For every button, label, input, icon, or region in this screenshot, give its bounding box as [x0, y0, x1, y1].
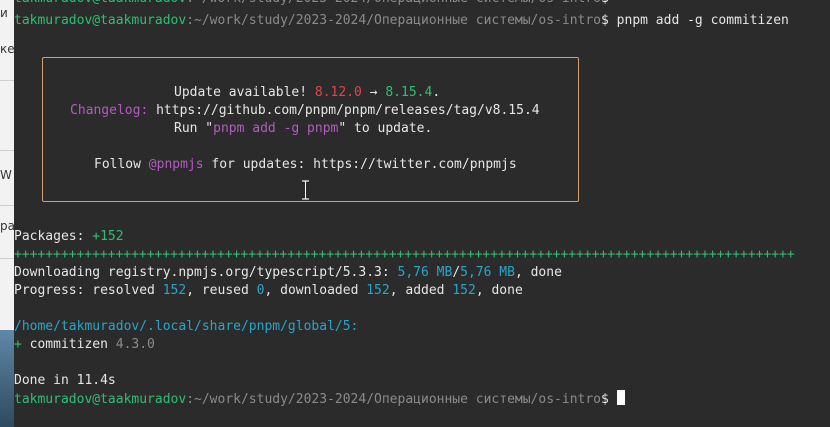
update-available-line: Update available! 8.12.0 → 8.15.4. [174, 85, 441, 100]
prompt-user: takmuradov@taakmuradov [14, 13, 187, 28]
downloading-line: Downloading registry.npmjs.org/typescrip… [14, 265, 562, 280]
package-version: 4.3.0 [115, 337, 155, 352]
progress-summary-line: Progress: resolved 152, reused 0, downlo… [14, 283, 523, 298]
global-path-line: /home/takmuradov/.local/share/pnpm/globa… [14, 319, 359, 334]
prompt-symbol: $ [601, 13, 609, 28]
prompt-path: :~/work/study/2023-2024/Операционные сис… [186, 13, 602, 28]
changelog-line: Changelog: https://github.com/pnpm/pnpm/… [70, 102, 540, 120]
done-line: Done in 11.4s [14, 373, 116, 388]
background-text-fragment: ке [0, 42, 14, 56]
twitter-handle: @pnpmjs [148, 157, 204, 172]
background-window-strip: и ке W ра [0, 0, 14, 427]
run-update-line: Run "pnpm add -g pnpm" to update. [174, 121, 433, 136]
previous-prompt-line: takmuradov@taakmuradov:~/work/study/2023… [14, 0, 609, 8]
background-image [0, 330, 14, 427]
terminal-cursor [616, 390, 625, 405]
text-cursor-icon [302, 180, 309, 200]
packages-count: +152 [92, 229, 124, 244]
command-text: pnpm add -g commitizen [608, 13, 789, 28]
follow-line: Follow @pnpmjs for updates: https://twit… [94, 157, 517, 172]
background-text-fragment: и [0, 6, 8, 20]
background-text-fragment: ра [0, 219, 14, 233]
package-name: commitizen [21, 337, 116, 352]
old-version: 8.12.0 [314, 85, 362, 100]
total-size: 5,76 MB [460, 265, 515, 280]
downloaded-size: 5,76 MB [397, 265, 453, 280]
run-command: pnpm add -g pnpm [213, 121, 339, 136]
background-divider [0, 150, 14, 151]
background-text-fragment: W [0, 168, 12, 182]
changelog-url: https://github.com/pnpm/pnpm/releases/ta… [148, 103, 540, 118]
current-prompt-line[interactable]: takmuradov@taakmuradov:~/work/study/2023… [14, 390, 625, 408]
background-divider [0, 258, 14, 259]
installed-package-line: + commitizen 4.3.0 [14, 337, 155, 352]
packages-line: Packages: +152 [14, 229, 124, 244]
new-version: 8.15.4 [385, 85, 433, 100]
command-line: takmuradov@taakmuradov:~/work/study/2023… [14, 12, 789, 30]
progress-bar: ++++++++++++++++++++++++++++++++++++++++… [14, 247, 795, 262]
background-divider [0, 80, 14, 81]
background-divider [0, 205, 14, 206]
terminal-window[interactable]: takmuradov@taakmuradov:~/work/study/2023… [14, 0, 830, 427]
changelog-label: Changelog: [70, 103, 149, 118]
